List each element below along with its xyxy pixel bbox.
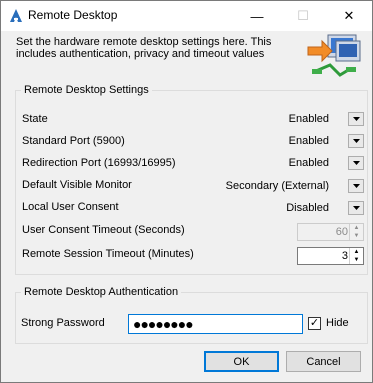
window-title: Remote Desktop	[28, 8, 118, 22]
local-consent-dropdown-button[interactable]	[348, 201, 364, 215]
consent-timeout-label: User Consent Timeout (Seconds)	[22, 224, 185, 236]
spin-up-icon[interactable]: ▲	[350, 224, 363, 232]
default-monitor-label: Default Visible Monitor	[22, 179, 132, 191]
remote-desktop-settings-group: Remote Desktop Settings State Enabled St…	[15, 84, 368, 275]
session-timeout-spin-arrows[interactable]: ▲ ▼	[349, 248, 363, 264]
dropdown-arrow-icon	[352, 161, 360, 165]
computer-network-icon	[307, 34, 361, 77]
default-monitor-dropdown-button[interactable]	[348, 179, 364, 193]
title-bar: Remote Desktop — ☐ ✕	[1, 1, 372, 31]
default-monitor-value: Secondary (External)	[225, 180, 329, 192]
state-label: State	[22, 113, 48, 125]
session-timeout-spinner[interactable]: 3 ▲ ▼	[297, 247, 364, 265]
dropdown-arrow-icon	[352, 139, 360, 143]
consent-timeout-value: 60	[335, 226, 348, 238]
standard-port-value: Enabled	[288, 135, 329, 147]
spin-up-icon[interactable]: ▲	[350, 248, 363, 256]
dropdown-arrow-icon	[352, 206, 360, 210]
password-mask: ●●●●●●●●	[133, 316, 194, 332]
consent-timeout-spin-arrows[interactable]: ▲ ▼	[349, 224, 363, 240]
standard-port-label: Standard Port (5900)	[22, 135, 125, 147]
spin-down-icon[interactable]: ▼	[350, 256, 363, 264]
close-button[interactable]: ✕	[326, 1, 372, 31]
minimize-button[interactable]: —	[234, 1, 280, 31]
redirection-port-label: Redirection Port (16993/16995)	[22, 157, 176, 169]
remote-desktop-window: Remote Desktop — ☐ ✕ Set the hardware re…	[0, 0, 373, 383]
dropdown-arrow-icon	[352, 117, 360, 121]
strong-password-input[interactable]: ●●●●●●●●	[128, 314, 303, 334]
hide-checkbox[interactable]: ✓	[308, 317, 321, 330]
maximize-button[interactable]: ☐	[280, 1, 326, 31]
state-value: Enabled	[288, 113, 329, 125]
cancel-button[interactable]: Cancel	[286, 351, 361, 372]
strong-password-label: Strong Password	[21, 317, 105, 329]
settings-legend: Remote Desktop Settings	[21, 84, 152, 96]
dropdown-arrow-icon	[352, 184, 360, 188]
header-description: Set the hardware remote desktop settings…	[16, 36, 272, 60]
standard-port-dropdown-button[interactable]	[348, 134, 364, 148]
local-consent-label: Local User Consent	[22, 201, 119, 213]
consent-timeout-spinner[interactable]: 60 ▲ ▼	[297, 223, 364, 241]
remote-desktop-app-icon	[10, 9, 22, 22]
hide-label: Hide	[326, 317, 349, 329]
redirection-port-dropdown-button[interactable]	[348, 156, 364, 170]
authentication-legend: Remote Desktop Authentication	[21, 286, 182, 298]
local-consent-value: Disabled	[286, 202, 329, 214]
redirection-port-value: Enabled	[288, 157, 329, 169]
ok-button[interactable]: OK	[204, 351, 279, 372]
state-dropdown-button[interactable]	[348, 112, 364, 126]
session-timeout-label: Remote Session Timeout (Minutes)	[22, 248, 194, 260]
session-timeout-value[interactable]: 3	[342, 250, 348, 262]
checkmark-icon: ✓	[309, 317, 320, 329]
spin-down-icon[interactable]: ▼	[350, 232, 363, 240]
